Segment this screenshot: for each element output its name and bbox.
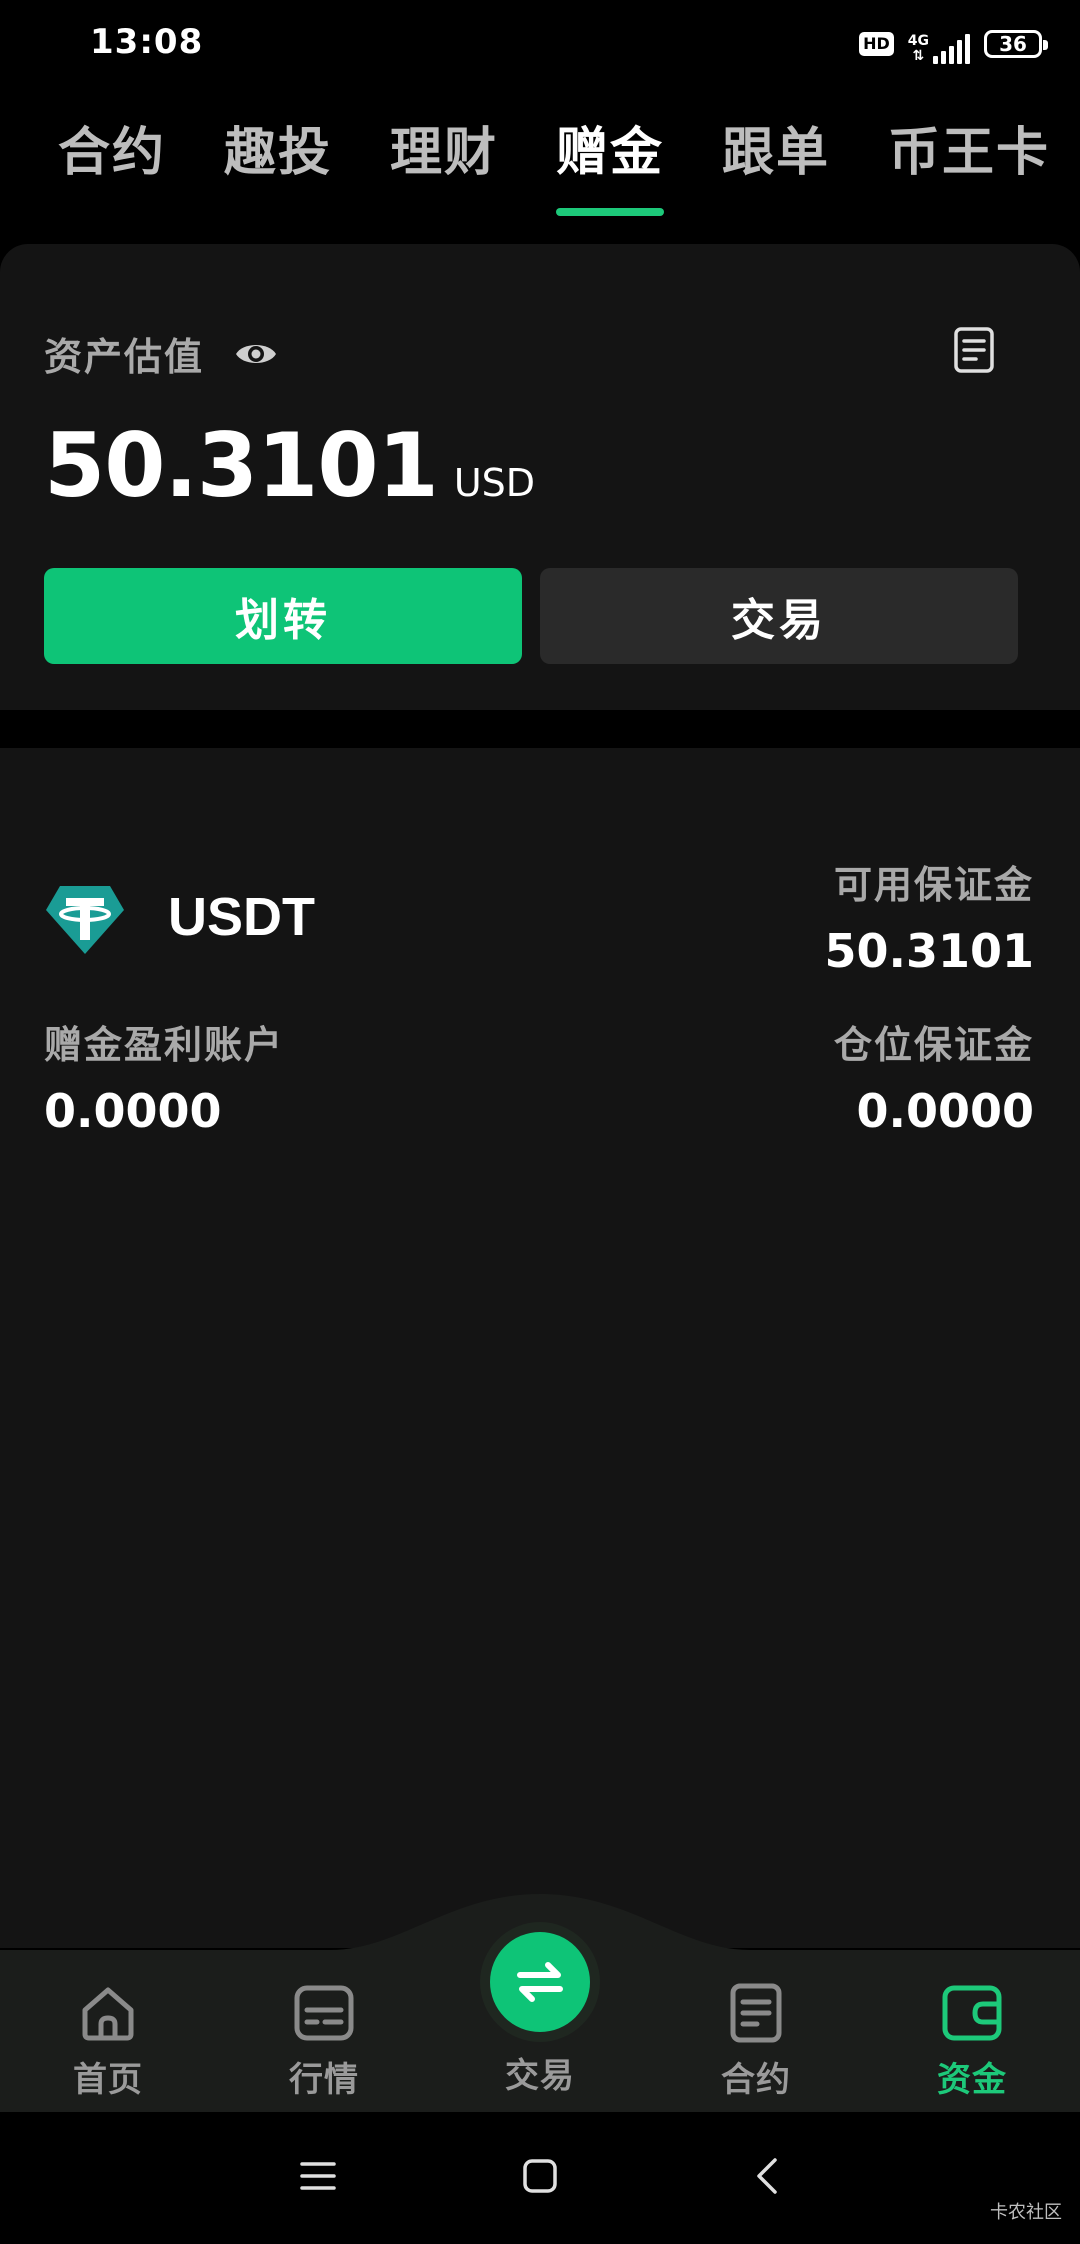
nav-assets-label: 资金 (937, 2060, 1007, 2100)
battery-icon: 36 (984, 30, 1048, 58)
tab-copy-trading[interactable]: 跟单 (722, 110, 830, 185)
position-margin-label: 仓位保证金 (833, 1023, 1034, 1067)
available-margin-value: 50.3101 (824, 924, 1034, 978)
tab-contract[interactable]: 合约 (58, 110, 166, 185)
system-nav-bar: 卡农社区 (0, 2112, 1080, 2244)
asset-unit: USD (453, 461, 536, 505)
home-square-icon[interactable] (520, 2156, 560, 2196)
asset-valuation-label: 资产估值 (44, 335, 205, 379)
eye-icon[interactable] (234, 332, 278, 376)
cellular-signal-icon: 4G ⇅ (908, 24, 970, 64)
nav-home[interactable]: 首页 (28, 1982, 188, 2101)
hd-badge: HD (859, 32, 894, 56)
nav-market-label: 行情 (289, 2060, 359, 2100)
asset-value: 50.3101 (44, 414, 439, 517)
nav-contract[interactable]: 合约 (676, 1982, 836, 2101)
usdt-logo-icon (46, 886, 124, 954)
battery-level: 36 (999, 32, 1027, 56)
status-time: 13:08 (90, 22, 204, 62)
tab-bonus[interactable]: 赠金 (556, 110, 664, 185)
nav-contract-label: 合约 (721, 2060, 791, 2100)
asset-card: 资产估值 50.3101 USD 划转 交易 (0, 244, 1080, 710)
nav-assets[interactable]: 资金 (892, 1982, 1052, 2101)
back-icon[interactable] (748, 2156, 788, 2196)
account-section: USDT 可用保证金 50.3101 赠金盈利账户 0.0000 仓位保证金 0… (0, 748, 1080, 1948)
menu-icon[interactable] (298, 2156, 338, 2196)
watermark: 卡农社区 (990, 2202, 1062, 2223)
active-tab-indicator (556, 208, 664, 216)
market-icon (294, 1985, 354, 2041)
status-icons: HD 4G ⇅ 36 (859, 24, 1048, 64)
contract-icon (730, 1983, 782, 2043)
nav-trade-label: 交易 (505, 2056, 575, 2096)
tab-finance[interactable]: 理财 (390, 110, 498, 185)
nav-home-label: 首页 (73, 2060, 143, 2100)
position-margin-value: 0.0000 (856, 1084, 1034, 1138)
trade-button[interactable]: 交易 (540, 568, 1018, 664)
bonus-profit-label: 赠金盈利账户 (44, 1023, 285, 1067)
records-icon[interactable] (952, 326, 996, 374)
swap-arrows-icon (517, 1962, 563, 2002)
transfer-button[interactable]: 划转 (44, 568, 522, 664)
bonus-profit-value: 0.0000 (44, 1084, 222, 1138)
coin-name: USDT (168, 887, 315, 947)
top-tabs: 合约 趣投 理财 赠金 跟单 币王卡 (0, 110, 1080, 220)
home-icon (82, 1987, 134, 2041)
nav-trade-button[interactable] (490, 1932, 590, 2032)
bottom-nav: 首页 行情 交易 合约 资金 (0, 1880, 1080, 2112)
data-arrows-icon: ⇅ (912, 48, 925, 64)
tab-coin-king-card[interactable]: 币王卡 (888, 110, 1050, 185)
network-type: 4G (907, 33, 929, 49)
status-bar: 13:08 HD 4G ⇅ 36 (0, 0, 1080, 90)
wallet-icon (942, 1985, 1002, 2041)
nav-market[interactable]: 行情 (244, 1982, 404, 2101)
available-margin-label: 可用保证金 (833, 863, 1034, 907)
tab-fun-invest[interactable]: 趣投 (224, 110, 332, 185)
